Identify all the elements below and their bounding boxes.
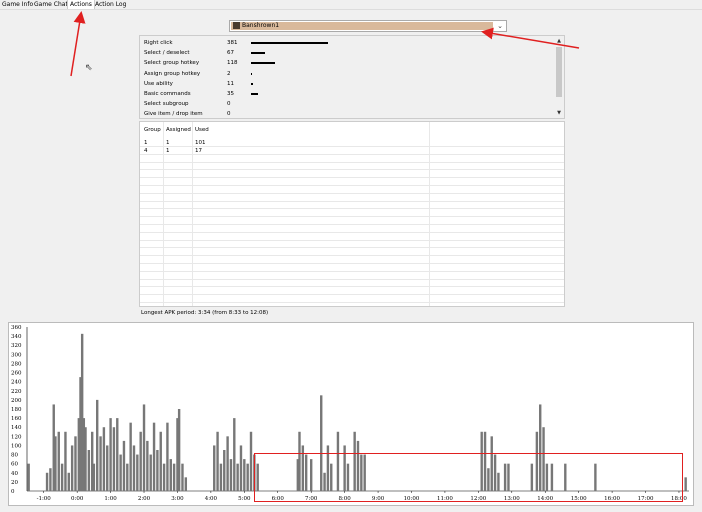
arrow-to-player-select: [481, 27, 580, 49]
arrow-to-actions-tab: [70, 11, 86, 77]
mouse-cursor-icon: ⇖: [85, 63, 93, 73]
annotation-arrows: [70, 11, 580, 77]
highlight-box: [254, 453, 683, 502]
